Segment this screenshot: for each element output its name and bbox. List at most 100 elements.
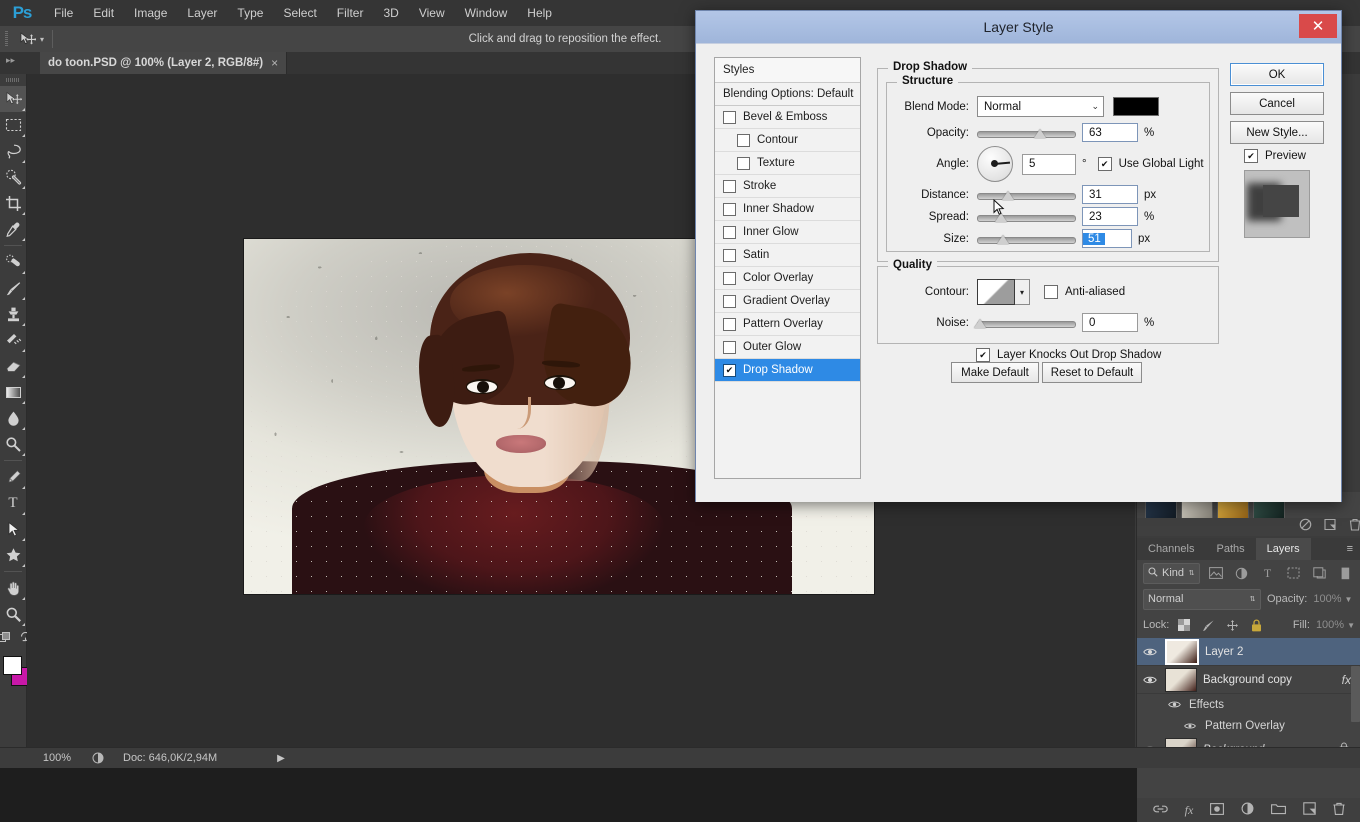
noise-slider[interactable] bbox=[977, 317, 1074, 329]
move-tool-icon[interactable] bbox=[12, 27, 42, 51]
opacity-slider[interactable] bbox=[977, 127, 1074, 139]
layer-fill-control[interactable]: 100% ▼ bbox=[1316, 619, 1355, 631]
checkbox[interactable] bbox=[723, 111, 736, 124]
menu-3d[interactable]: 3D bbox=[373, 0, 408, 26]
gradient-tool[interactable] bbox=[0, 379, 26, 405]
menu-help[interactable]: Help bbox=[517, 0, 562, 26]
spread-slider[interactable] bbox=[977, 211, 1074, 223]
document-info-icon[interactable] bbox=[87, 750, 109, 766]
blend-mode-select[interactable]: Normal ⌄ bbox=[977, 96, 1104, 117]
type-tool[interactable]: T bbox=[0, 490, 26, 516]
slider-thumb[interactable] bbox=[974, 319, 986, 328]
layer-blend-mode-select[interactable]: Normal ⇅ bbox=[1143, 589, 1261, 610]
tab-paths[interactable]: Paths bbox=[1205, 538, 1255, 560]
style-item-outer-glow[interactable]: Outer Glow bbox=[715, 336, 860, 359]
checkbox[interactable] bbox=[737, 157, 750, 170]
history-brush-tool[interactable] bbox=[0, 327, 26, 353]
chevron-down-icon[interactable]: ⌄ bbox=[1091, 101, 1099, 112]
layer-effect-pattern-overlay[interactable]: Pattern Overlay bbox=[1137, 715, 1360, 736]
edit-in-quick-mask-icon[interactable] bbox=[0, 630, 11, 648]
crop-tool[interactable] bbox=[0, 190, 26, 216]
close-icon[interactable]: × bbox=[271, 56, 278, 70]
knocks-out-checkbox[interactable]: Layer Knocks Out Drop Shadow bbox=[976, 348, 1161, 362]
menu-image[interactable]: Image bbox=[124, 0, 177, 26]
distance-slider[interactable] bbox=[977, 189, 1074, 201]
checkbox[interactable] bbox=[723, 364, 736, 377]
lock-all-icon[interactable] bbox=[1247, 617, 1265, 633]
zoom-level[interactable]: 100% bbox=[27, 752, 87, 764]
chevron-updown-icon[interactable]: ⇅ bbox=[1249, 596, 1256, 603]
reset-to-default-button[interactable]: Reset to Default bbox=[1042, 362, 1142, 383]
filter-adjustment-icon[interactable] bbox=[1232, 564, 1252, 583]
checkbox[interactable] bbox=[723, 295, 736, 308]
document-tab[interactable]: do toon.PSD @ 100% (Layer 2, RGB/8#) × bbox=[40, 52, 287, 74]
chevron-updown-icon[interactable]: ⇅ bbox=[1188, 570, 1195, 577]
style-item-contour[interactable]: Contour bbox=[715, 129, 860, 152]
tab-bar-grip[interactable]: ▸▸ bbox=[6, 55, 15, 66]
menu-select[interactable]: Select bbox=[273, 0, 326, 26]
shape-tool[interactable] bbox=[0, 542, 26, 568]
style-item-stroke[interactable]: Stroke bbox=[715, 175, 860, 198]
contour-swatch[interactable] bbox=[977, 279, 1015, 305]
anti-aliased-checkbox[interactable]: Anti-aliased bbox=[1044, 285, 1125, 299]
new-layer-icon[interactable] bbox=[1303, 802, 1316, 818]
menu-type[interactable]: Type bbox=[227, 0, 273, 26]
layer-opacity-control[interactable]: 100% ▼ bbox=[1313, 593, 1352, 605]
noise-input[interactable]: 0 bbox=[1082, 313, 1138, 332]
angle-dial[interactable] bbox=[977, 146, 1013, 182]
rectangular-marquee-tool[interactable] bbox=[0, 112, 26, 138]
layer-filter-kind[interactable]: Kind ⇅ bbox=[1143, 563, 1200, 584]
layer-row-layer-2[interactable]: Layer 2 bbox=[1137, 638, 1360, 666]
slider-thumb[interactable] bbox=[1034, 129, 1046, 138]
visibility-toggle-icon[interactable] bbox=[1141, 647, 1159, 657]
path-selection-tool[interactable] bbox=[0, 516, 26, 542]
adjustment-icon[interactable] bbox=[1241, 802, 1254, 818]
visibility-toggle-icon[interactable] bbox=[1165, 700, 1183, 709]
link-icon[interactable] bbox=[1153, 803, 1168, 817]
color-swatches[interactable] bbox=[0, 654, 26, 690]
chevron-down-icon[interactable]: ▼ bbox=[1347, 621, 1355, 630]
style-item-blending-options[interactable]: Blending Options: Default bbox=[715, 83, 860, 106]
new-style-button[interactable]: New Style... bbox=[1230, 121, 1324, 144]
status-expand-arrow-icon[interactable]: ▶ bbox=[277, 753, 285, 764]
shadow-color-swatch[interactable] bbox=[1113, 97, 1159, 116]
delete-icon[interactable] bbox=[1333, 802, 1345, 818]
options-bar-grip[interactable] bbox=[0, 26, 12, 52]
chevron-down-icon[interactable]: ▾ bbox=[1015, 279, 1030, 305]
lasso-tool[interactable] bbox=[0, 138, 26, 164]
make-default-button[interactable]: Make Default bbox=[951, 362, 1039, 383]
foreground-color-swatch[interactable] bbox=[3, 656, 22, 675]
menu-file[interactable]: File bbox=[44, 0, 83, 26]
dodge-tool[interactable] bbox=[0, 431, 26, 457]
checkbox[interactable] bbox=[1044, 285, 1058, 299]
blur-tool[interactable] bbox=[0, 405, 26, 431]
visibility-toggle-icon[interactable] bbox=[1181, 722, 1199, 730]
contour-picker[interactable]: ▾ bbox=[977, 279, 1030, 305]
checkbox[interactable] bbox=[723, 203, 736, 216]
opacity-input[interactable]: 63 bbox=[1082, 123, 1138, 142]
delete-style-icon[interactable] bbox=[1349, 518, 1360, 536]
filter-type-icon[interactable]: T bbox=[1258, 564, 1278, 583]
tab-channels[interactable]: Channels bbox=[1137, 538, 1205, 560]
menu-layer[interactable]: Layer bbox=[177, 0, 227, 26]
size-input[interactable]: 51 bbox=[1082, 229, 1132, 248]
checkbox[interactable] bbox=[723, 272, 736, 285]
checkbox[interactable] bbox=[723, 249, 736, 262]
menu-edit[interactable]: Edit bbox=[83, 0, 124, 26]
tool-preset-chevron-icon[interactable]: ▾ bbox=[40, 35, 44, 44]
clear-style-icon[interactable] bbox=[1299, 518, 1312, 536]
checkbox[interactable] bbox=[1244, 149, 1258, 163]
style-item-gradient-overlay[interactable]: Gradient Overlay bbox=[715, 290, 860, 313]
layers-scrollbar-thumb[interactable] bbox=[1351, 666, 1360, 722]
layer-thumbnail[interactable] bbox=[1165, 639, 1199, 665]
menu-view[interactable]: View bbox=[409, 0, 455, 26]
eyedropper-tool[interactable] bbox=[0, 216, 26, 242]
panel-menu-icon[interactable]: ≡ bbox=[1339, 538, 1360, 560]
brush-tool[interactable] bbox=[0, 275, 26, 301]
layer-row-background-copy[interactable]: Background copy fx bbox=[1137, 666, 1360, 694]
slider-thumb[interactable] bbox=[1002, 191, 1014, 200]
new-style-icon[interactable] bbox=[1324, 518, 1337, 536]
lock-transparent-pixels-icon[interactable] bbox=[1175, 617, 1193, 633]
checkbox[interactable] bbox=[723, 226, 736, 239]
filter-smart-object-icon[interactable] bbox=[1309, 564, 1329, 583]
